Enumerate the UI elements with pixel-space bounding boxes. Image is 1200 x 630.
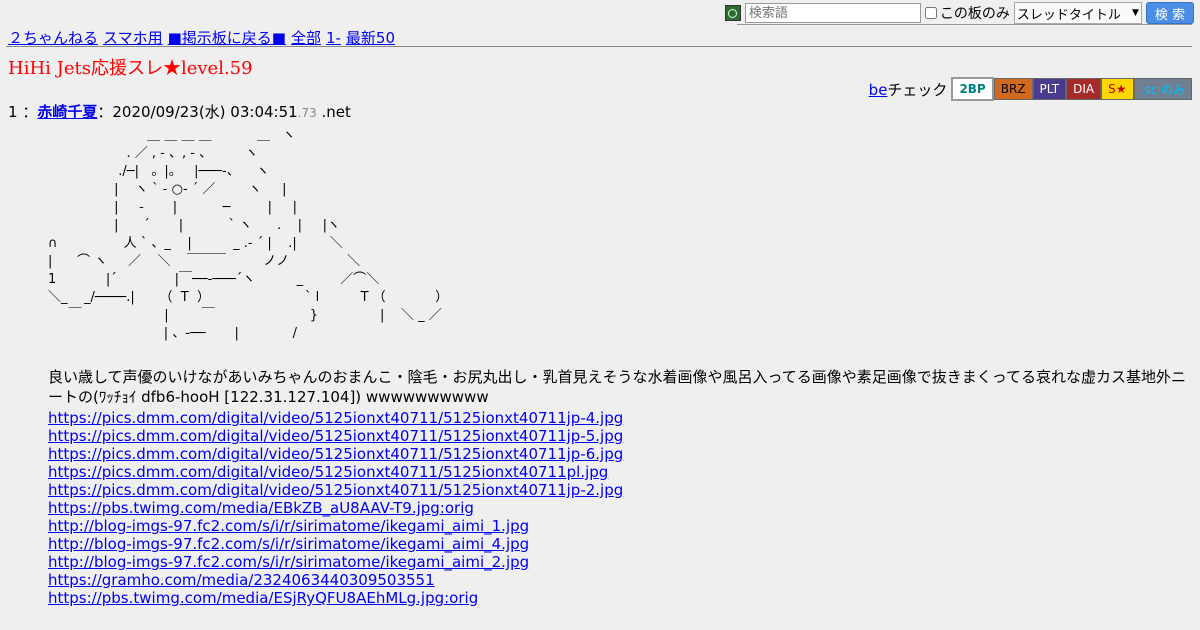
nav-home-link[interactable]: ２ちゃんねる	[8, 29, 98, 47]
nav-all-link[interactable]: 全部	[291, 29, 321, 47]
top-nav: ２ちゃんねる スマホ用 ■掲示板に戻る■ 全部 1- 最新50	[8, 27, 400, 48]
board-only-checkbox[interactable]	[924, 7, 937, 19]
post-suffix: .net	[316, 103, 351, 121]
tag-sc-only-button[interactable]: .sc のみ	[1133, 78, 1192, 100]
image-link[interactable]: https://pics.dmm.com/digital/video/5125i…	[48, 445, 623, 463]
post-header: 1 ：赤崎千夏：2020/09/23(水) 03:04:51.73 .net	[8, 101, 351, 122]
image-link[interactable]: https://gramho.com/media/232406344030950…	[48, 571, 623, 589]
image-link[interactable]: http://blog-imgs-97.fc2.com/s/i/r/sirima…	[48, 535, 623, 553]
image-link[interactable]: https://pics.dmm.com/digital/video/5125i…	[48, 409, 623, 427]
tag-2bp-button[interactable]: 2BP	[951, 77, 994, 101]
image-link[interactable]: https://pics.dmm.com/digital/video/5125i…	[48, 427, 623, 445]
search-input[interactable]	[744, 3, 921, 23]
image-link[interactable]: http://blog-imgs-97.fc2.com/s/i/r/sirima…	[48, 517, 623, 535]
image-link[interactable]: http://blog-imgs-97.fc2.com/s/i/r/sirima…	[48, 553, 623, 571]
search-icon	[724, 5, 741, 21]
post-milliseconds: .73	[297, 106, 317, 120]
nav-mobile-link[interactable]: スマホ用	[103, 29, 163, 47]
nav-divider	[6, 46, 1192, 47]
nav-latest-link[interactable]: 最新50	[346, 29, 395, 47]
search-scope-value: スレッドタイトル	[1016, 7, 1121, 23]
image-link[interactable]: https://pics.dmm.com/digital/video/5125i…	[48, 463, 623, 481]
be-check-bar: beチェック 2BP BRZ PLT DIA S★ .sc のみ	[869, 77, 1192, 101]
image-link[interactable]: https://pics.dmm.com/digital/video/5125i…	[48, 481, 623, 499]
be-link[interactable]: be	[869, 81, 888, 99]
thread-title: HiHi Jets応援スレ★level.59	[8, 58, 253, 79]
nav-board-link[interactable]: ■掲示板に戻る■	[168, 29, 286, 47]
image-link[interactable]: https://pbs.twimg.com/media/EBkZB_aU8AAV…	[48, 499, 623, 517]
tag-dia-button[interactable]: DIA	[1066, 78, 1102, 100]
post-separator: ：	[22, 103, 38, 121]
board-only-toggle[interactable]: この板のみ	[924, 3, 1010, 23]
post-separator: ：	[97, 103, 113, 121]
post-date: 2020/09/23(水) 03:04:51	[112, 103, 298, 121]
chevron-down-icon: ▼	[1131, 8, 1139, 18]
search-divider	[737, 24, 1192, 25]
search-bar: この板のみ スレッドタイトル ▼ 検 索	[724, 2, 1194, 24]
tag-s-button[interactable]: S★	[1101, 78, 1134, 100]
post-links: https://pics.dmm.com/digital/video/5125i…	[48, 409, 623, 607]
be-check-text: チェック	[887, 80, 948, 99]
post-author-link[interactable]: 赤崎千夏	[37, 103, 97, 121]
post-number: 1	[8, 103, 18, 121]
search-button[interactable]: 検 索	[1145, 2, 1194, 24]
be-check-label: beチェック	[869, 79, 948, 100]
board-only-label: この板のみ	[939, 6, 1010, 22]
ascii-art: ＿ ＿ ＿ ＿ ＿ ヽ . ／ , - 、, - 、 ヽ ./─| 。|。 |─…	[48, 128, 449, 341]
nav-first-link[interactable]: 1-	[326, 29, 341, 47]
post-body: 良い歳して声優のいけながあいみちゃんのおまんこ・陰毛・お尻丸出し・乳首見えそうな…	[48, 368, 1187, 406]
tag-plt-button[interactable]: PLT	[1032, 78, 1067, 100]
image-link[interactable]: https://pbs.twimg.com/media/ESjRyQFU8AEh…	[48, 589, 623, 607]
search-scope-select[interactable]: スレッドタイトル ▼	[1013, 2, 1142, 24]
tag-brz-button[interactable]: BRZ	[993, 78, 1033, 100]
